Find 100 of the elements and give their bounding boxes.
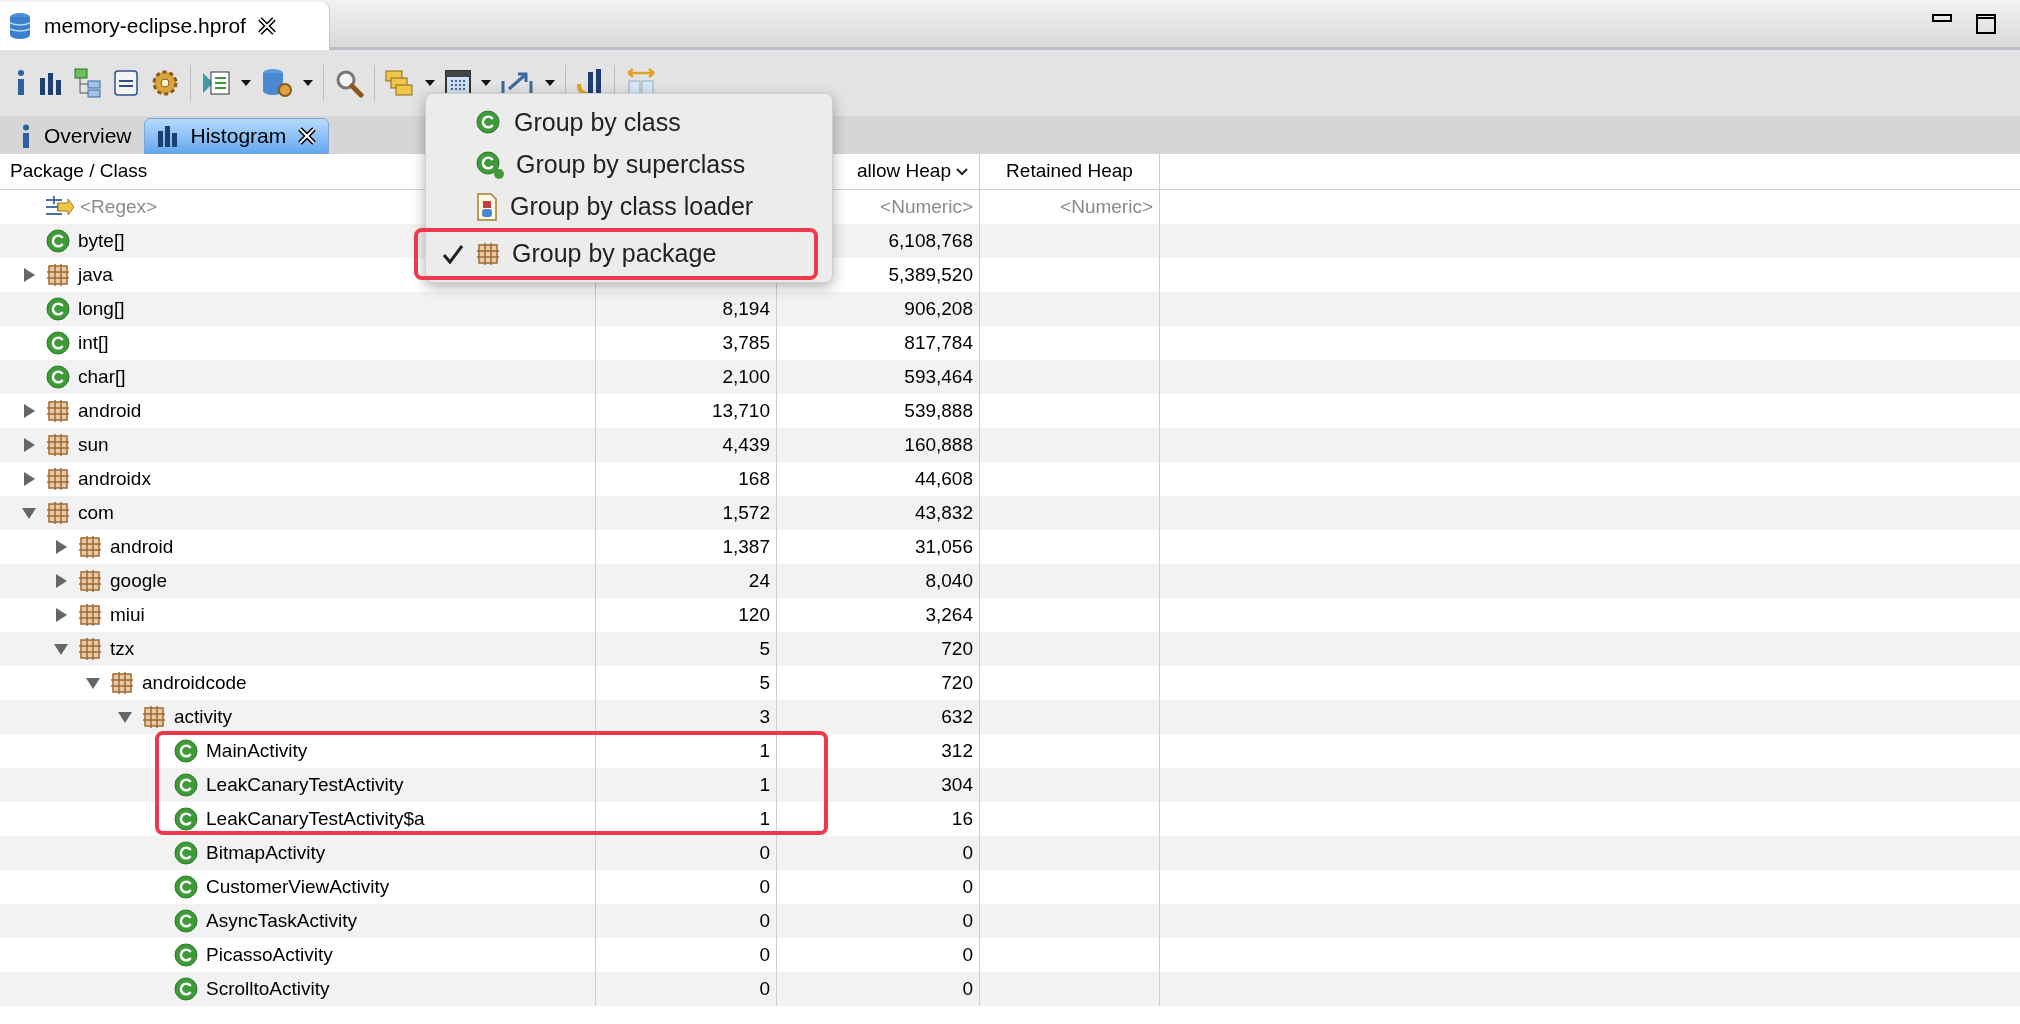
calculator-icon[interactable]	[445, 70, 471, 96]
editor-tab[interactable]: memory-eclipse.hprof	[0, 2, 330, 50]
caret-icon[interactable]	[425, 79, 435, 87]
column-header[interactable]: Package / Class	[10, 157, 148, 186]
package-icon	[142, 705, 166, 729]
table-cell-text: 6,108,768	[888, 228, 973, 253]
package-icon	[46, 263, 70, 287]
table-cell-text: 168	[738, 466, 770, 491]
tree-item[interactable]: androidcode	[142, 668, 247, 698]
table-cell-text: 3,264	[925, 602, 973, 627]
table-cell-text: 1	[759, 738, 770, 763]
table-cell-text: 3,785	[722, 330, 770, 355]
menu-item[interactable]: Group by superclass	[426, 144, 832, 186]
table-cell-text: 120	[738, 602, 770, 627]
table-cell-text: 5,389,520	[888, 262, 973, 287]
check-icon	[442, 243, 464, 265]
search-icon[interactable]	[334, 68, 364, 98]
table-cell-text: 1	[759, 806, 770, 831]
table-cell-text: 0	[759, 840, 770, 865]
tree-item[interactable]: LeakCanaryTestActivity	[206, 770, 404, 800]
tree-item[interactable]: long[]	[78, 294, 125, 324]
package-icon	[78, 603, 102, 627]
table-cell-text: 13,710	[711, 398, 770, 423]
superclass-icon	[476, 151, 504, 179]
caret-icon[interactable]	[241, 79, 251, 87]
gear-icon[interactable]	[150, 68, 180, 98]
query-icon[interactable]	[112, 69, 140, 97]
package-icon	[46, 399, 70, 423]
column-header[interactable]: allow Heap	[857, 157, 951, 186]
table-cell-text: 44,608	[914, 466, 973, 491]
tree-item[interactable]: char[]	[78, 362, 126, 392]
table-cell-text: 593,464	[904, 364, 973, 389]
tree-item[interactable]: ScrolltoActivity	[206, 974, 330, 1004]
tree-item[interactable]: com	[78, 498, 114, 528]
package-icon	[78, 535, 102, 559]
class-icon	[476, 110, 502, 136]
table-cell-text: 0	[962, 840, 973, 865]
view-tab[interactable]: Overview	[8, 118, 144, 154]
close-icon[interactable]	[298, 127, 317, 145]
tree-item[interactable]: int[]	[78, 328, 109, 358]
tree-item[interactable]: BitmapActivity	[206, 838, 326, 868]
caret-icon[interactable]	[303, 79, 313, 87]
menu-item[interactable]: Group by class	[426, 102, 832, 144]
class-icon	[174, 807, 198, 831]
table-cell-text: 0	[962, 874, 973, 899]
table-cell-text: 4,439	[722, 432, 770, 457]
tree-item[interactable]: LeakCanaryTestActivity$a	[206, 804, 425, 834]
table-cell-text: 31,056	[914, 534, 973, 559]
table-cell-text: 5	[759, 670, 770, 695]
caret-icon[interactable]	[481, 79, 491, 87]
tree-item[interactable]: sun	[78, 430, 109, 460]
filter-field[interactable]: <Regex>	[80, 192, 158, 222]
table-cell-text: 1	[759, 772, 770, 797]
class-icon	[174, 875, 198, 899]
tree-item[interactable]: java	[78, 260, 113, 290]
column-header[interactable]: Retained Heap	[1006, 157, 1133, 186]
group-icon[interactable]	[385, 69, 415, 97]
tree-item[interactable]: byte[]	[78, 226, 125, 256]
package-icon	[78, 637, 102, 661]
package-icon	[46, 467, 70, 491]
tree-item[interactable]: miui	[110, 600, 145, 630]
database-gear-icon[interactable]	[261, 68, 293, 98]
tree-item[interactable]: activity	[174, 702, 233, 732]
package-icon	[78, 569, 102, 593]
tree-item[interactable]: MainActivity	[206, 736, 308, 766]
table-cell-text: 0	[759, 874, 770, 899]
table-cell-text: 304	[941, 772, 973, 797]
menu-item[interactable]: Group by class loader	[426, 186, 832, 228]
tree-item[interactable]: google	[110, 566, 168, 596]
package-icon	[476, 242, 500, 266]
tree-icon[interactable]	[74, 68, 102, 98]
minimize-icon[interactable]	[1932, 14, 1952, 22]
class-icon	[46, 229, 70, 253]
tree-item[interactable]: tzx	[110, 634, 135, 664]
table-cell-text: 160,888	[904, 432, 973, 457]
package-icon	[46, 433, 70, 457]
table-cell-text: 0	[759, 942, 770, 967]
table-cell-text: 0	[759, 908, 770, 933]
view-tab[interactable]: Histogram	[143, 118, 330, 154]
class-icon	[174, 739, 198, 763]
bar-chart-icon[interactable]	[38, 70, 64, 96]
tree-item[interactable]: android	[78, 396, 142, 426]
table-cell-text: 312	[941, 738, 973, 763]
tree-item[interactable]: android	[110, 532, 174, 562]
tree-item[interactable]: androidx	[78, 464, 151, 494]
tree-item[interactable]: CustomerViewActivity	[206, 872, 390, 902]
table-cell-text: 0	[759, 976, 770, 1001]
table-cell-text: 43,832	[914, 500, 973, 525]
tree-item[interactable]: PicassoActivity	[206, 940, 333, 970]
table-cell-text: 906,208	[904, 296, 973, 321]
run-report-icon[interactable]	[201, 69, 231, 97]
class-icon	[174, 977, 198, 1001]
maximize-icon[interactable]	[1976, 14, 1996, 34]
caret-icon[interactable]	[545, 79, 555, 87]
database-icon	[8, 11, 32, 41]
tree-item[interactable]: AsyncTaskActivity	[206, 906, 357, 936]
menu-item[interactable]: Group by package	[426, 233, 814, 275]
close-icon[interactable]	[257, 17, 276, 35]
loader-icon	[476, 193, 498, 221]
package-icon	[46, 501, 70, 525]
